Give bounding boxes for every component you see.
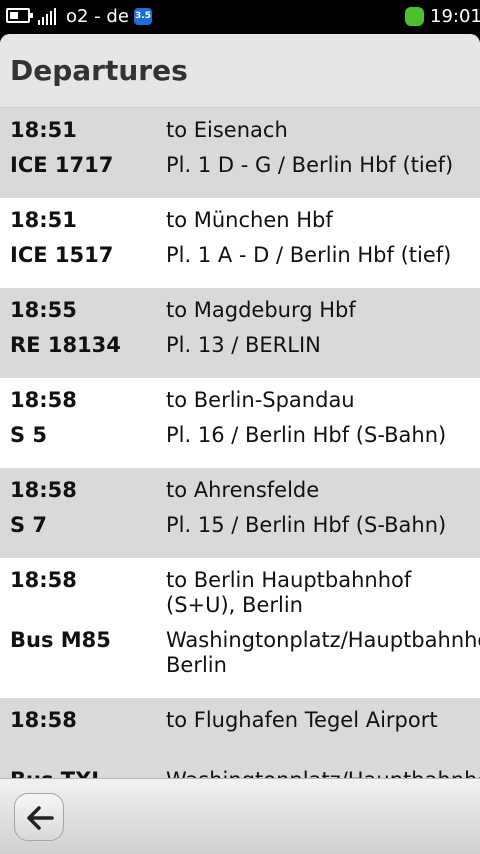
departure-row[interactable]: 18:51 ICE 1517 to München Hbf Pl. 1 A - …: [0, 198, 480, 288]
train-name: ICE 1717: [10, 153, 114, 177]
platform: Pl. 1 D - G / Berlin Hbf (tief): [166, 153, 454, 177]
departure-row[interactable]: 18:58 S 5 to Berlin-Spandau Pl. 16 / Ber…: [0, 378, 480, 468]
battery-icon: [6, 8, 33, 23]
departure-row[interactable]: 18:51 ICE 1717 to Eisenach Pl. 1 D - G /…: [0, 108, 480, 198]
train-name: Bus TXL: [10, 768, 105, 778]
platform: Washingtonplatz/Hauptbahnhof, Berlin: [166, 628, 480, 677]
departure-time: 18:51: [10, 118, 77, 142]
destination: to Berlin-Spandau: [166, 388, 355, 412]
train-name: RE 18134: [10, 333, 121, 357]
platform: Pl. 1 A - D / Berlin Hbf (tief): [166, 243, 452, 267]
departure-row[interactable]: 18:58 S 7 to Ahrensfelde Pl. 15 / Berlin…: [0, 468, 480, 558]
signal-bars-icon: [38, 8, 60, 25]
train-name: S 7: [10, 513, 48, 537]
network-type-badge: 3.5: [134, 8, 152, 25]
operator-name: o2 - de: [66, 6, 129, 27]
departure-time: 18:51: [10, 208, 77, 232]
platform: Pl. 13 / BERLIN: [166, 333, 321, 357]
destination: to München Hbf: [166, 208, 333, 232]
departure-row[interactable]: 18:58 Bus TXL to Flughafen Tegel Airport…: [0, 698, 480, 778]
status-clock: 19:01: [430, 6, 480, 27]
back-button[interactable]: [14, 793, 64, 841]
status-indicator-icon: [405, 7, 424, 26]
train-name: ICE 1517: [10, 243, 114, 267]
departures-list[interactable]: 18:51 ICE 1717 to Eisenach Pl. 1 D - G /…: [0, 108, 480, 778]
platform: Pl. 15 / Berlin Hbf (S-Bahn): [166, 513, 447, 537]
departure-time: 18:58: [10, 708, 77, 732]
destination: to Flughafen Tegel Airport: [166, 708, 438, 732]
departure-time: 18:58: [10, 568, 77, 592]
train-name: S 5: [10, 423, 48, 447]
departure-row[interactable]: 18:58 Bus M85 to Berlin Hauptbahnhof (S+…: [0, 558, 480, 698]
departure-time: 18:58: [10, 478, 77, 502]
departure-time: 18:55: [10, 298, 77, 322]
departure-time: 18:58: [10, 388, 77, 412]
bottom-toolbar: [0, 778, 480, 854]
departure-row[interactable]: 18:55 RE 18134 to Magdeburg Hbf Pl. 13 /…: [0, 288, 480, 378]
platform: Pl. 16 / Berlin Hbf (S-Bahn): [166, 423, 447, 447]
destination: to Magdeburg Hbf: [166, 298, 356, 322]
header: Departures: [0, 34, 480, 108]
app-screen: Departures 18:51 ICE 1717 to Eisenach Pl…: [0, 34, 480, 854]
destination: to Ahrensfelde: [166, 478, 320, 502]
status-bar: o2 - de 3.5 19:01: [0, 0, 480, 34]
platform: Washingtonplatz/Hauptbahnhof, Berlin: [166, 768, 480, 778]
back-arrow-icon: [27, 806, 54, 830]
page-title: Departures: [10, 54, 188, 87]
train-name: Bus M85: [10, 628, 111, 652]
destination: to Berlin Hauptbahnhof (S+U), Berlin: [166, 568, 412, 617]
destination: to Eisenach: [166, 118, 288, 142]
